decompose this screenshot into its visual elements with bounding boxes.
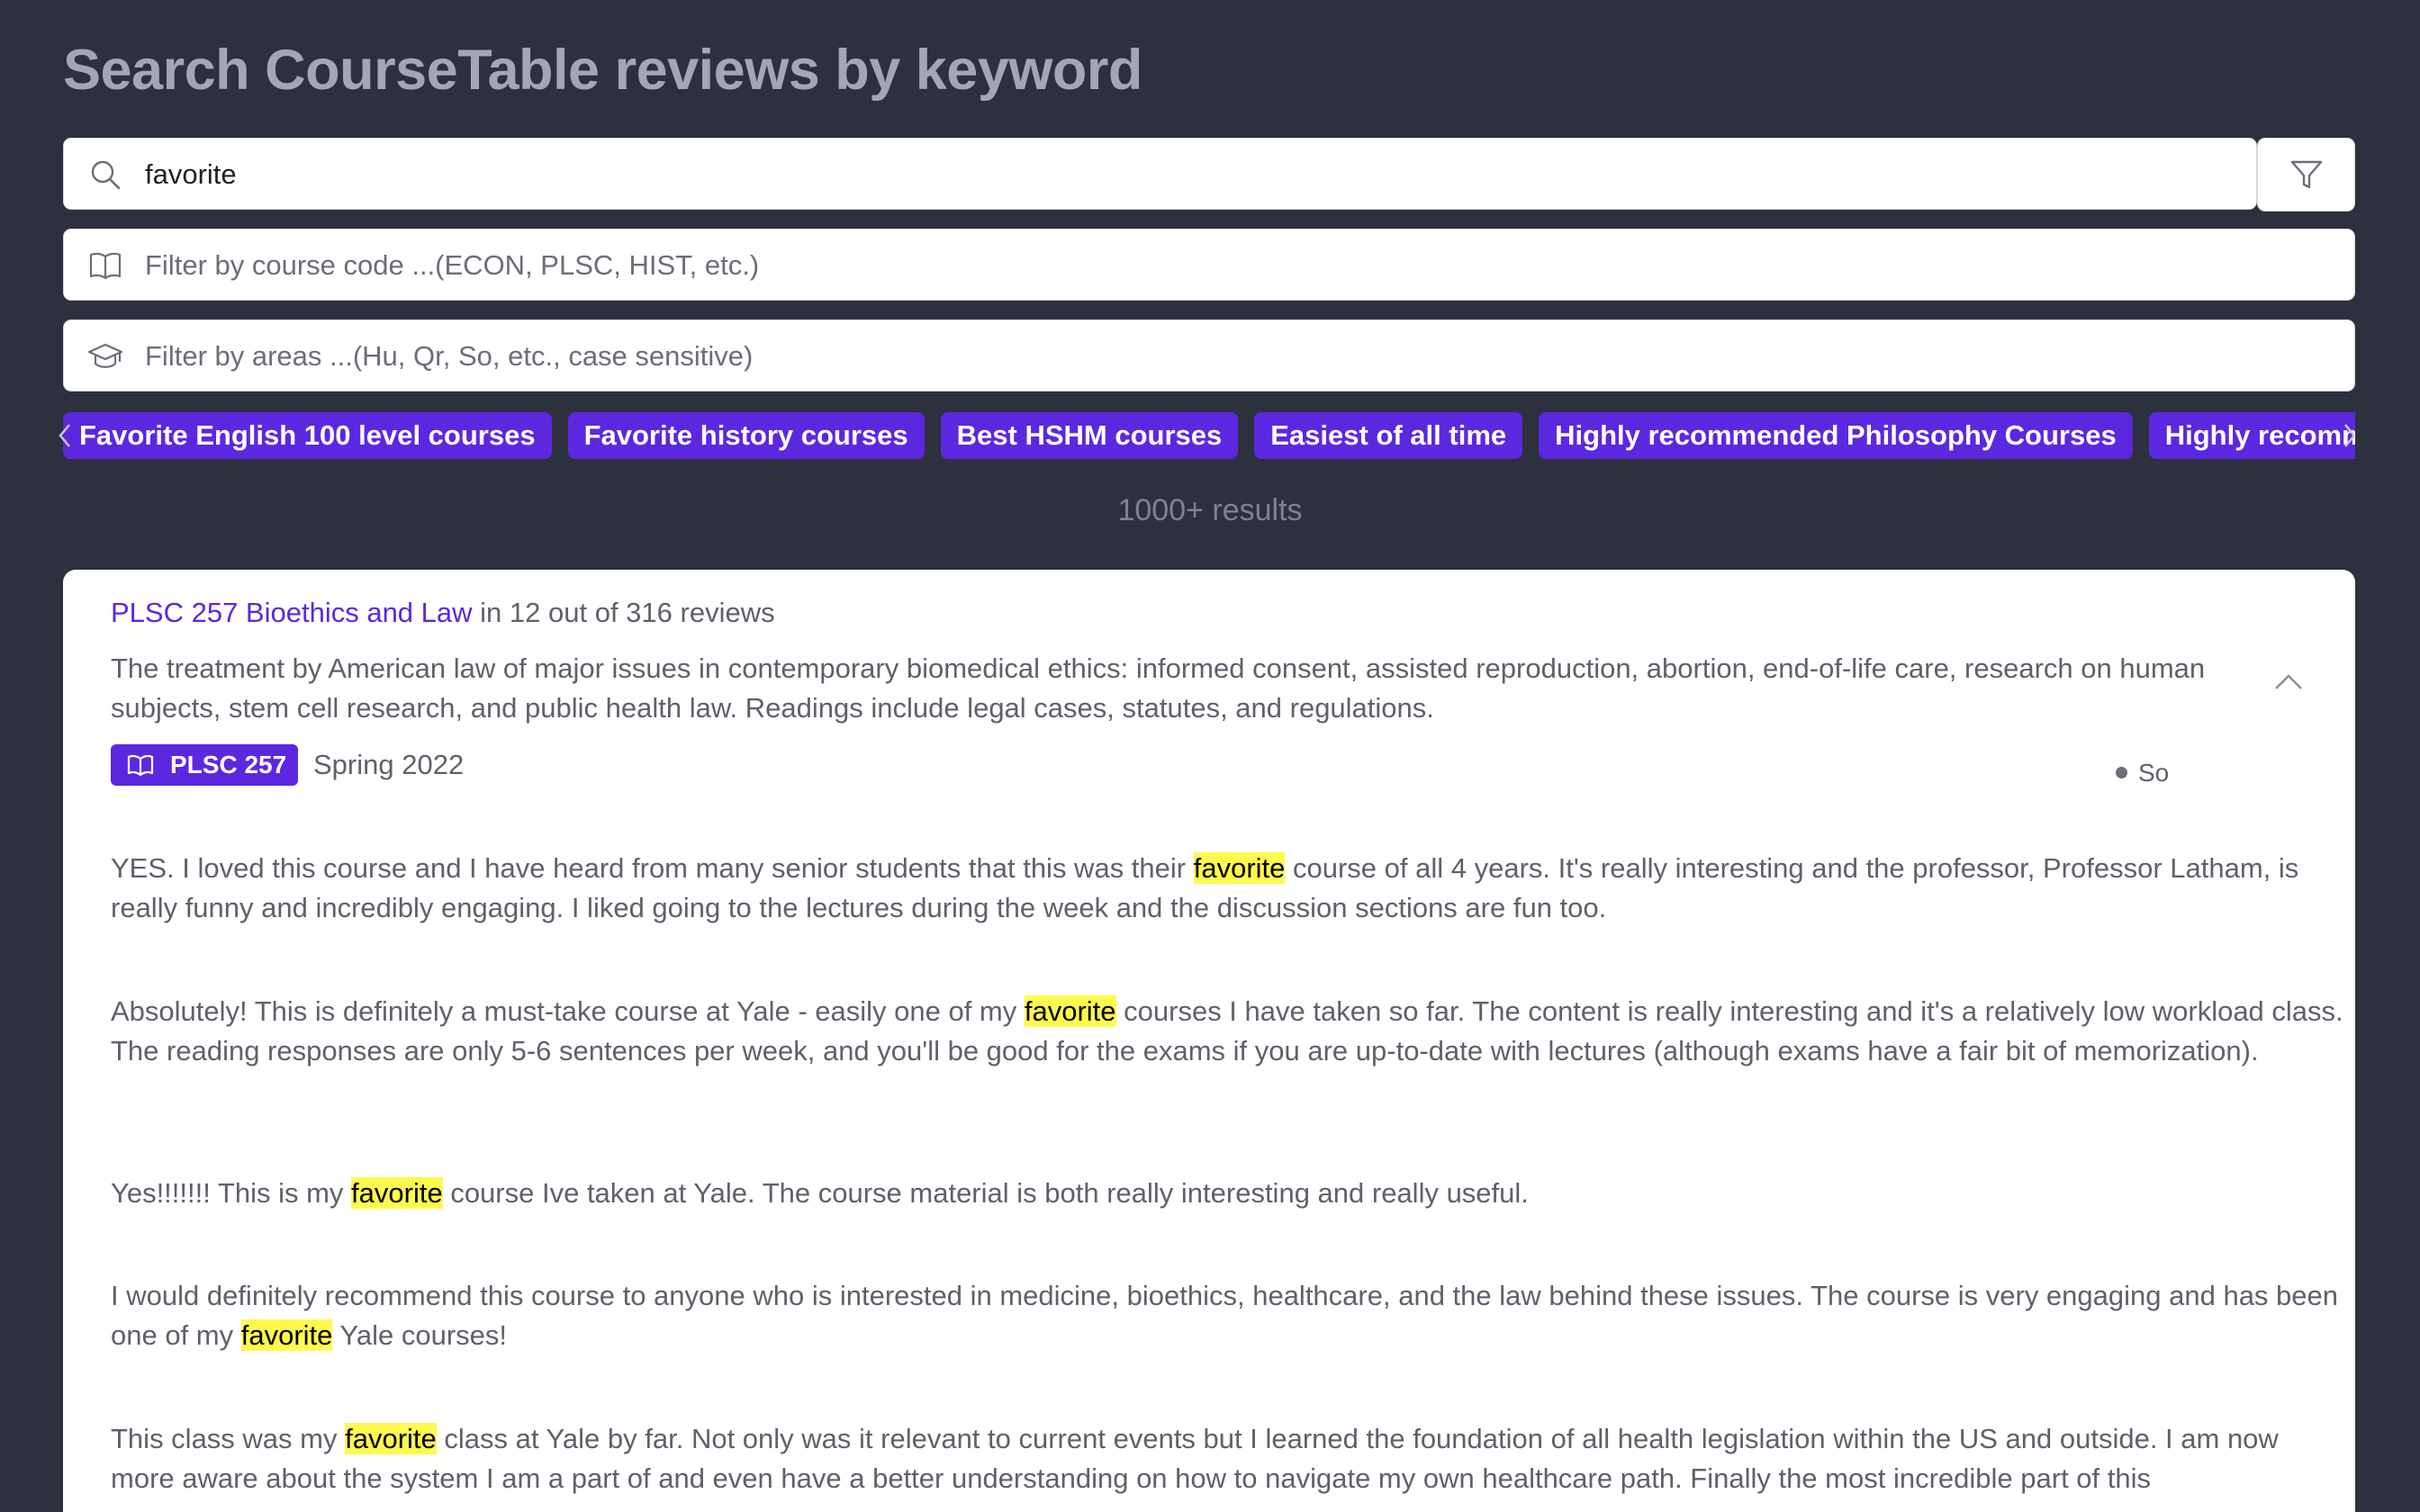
area-dot-icon — [2116, 767, 2127, 779]
course-description: The treatment by American law of major i… — [111, 652, 2206, 724]
chevron-left-icon[interactable] — [56, 419, 74, 452]
areas-filter[interactable]: Filter by areas ...(Hu, Qr, So, etc., ca… — [63, 320, 2355, 392]
page: Search CourseTable reviews by keyword fa… — [0, 0, 2420, 1512]
course-code-badge[interactable]: PLSC 257 — [111, 744, 298, 786]
review-text-before: Yes!!!!!!! This is my — [111, 1177, 352, 1209]
review-text-before: Absolutely! This is definitely a must-ta… — [111, 995, 1025, 1027]
term-label: Spring 2022 — [313, 749, 465, 780]
keyword-highlight: favorite — [345, 1423, 437, 1454]
review-text-before: YES. I loved this course and I have hear… — [111, 852, 1194, 884]
area-tag: So — [2116, 759, 2169, 788]
course-code: PLSC 257 — [170, 751, 287, 778]
chip-favorite-english[interactable]: Favorite English 100 level courses — [63, 412, 552, 459]
review-text-after: Yale courses! — [332, 1319, 507, 1351]
area-label: So — [2138, 759, 2170, 787]
areas-placeholder: Filter by areas ...(Hu, Qr, So, etc., ca… — [145, 340, 754, 372]
review-text: I would definitely recommend this course… — [111, 1276, 2343, 1355]
course-code-placeholder: Filter by course code ...(ECON, PLSC, HI… — [145, 249, 760, 281]
chip-favorite-history[interactable]: Favorite history courses — [567, 412, 925, 459]
match-info: in 12 out of 316 reviews — [472, 597, 775, 628]
chip-highly-recommended[interactable]: Highly recommended — [2148, 412, 2355, 459]
review-text-before: This class was my — [111, 1423, 346, 1454]
result-card: PLSC 257 Bioethics and Law in 12 out of … — [63, 570, 2355, 1512]
course-title-link[interactable]: PLSC 257 Bioethics and Law — [111, 597, 473, 628]
keyword-highlight: favorite — [351, 1177, 443, 1209]
review-text: YES. I loved this course and I have hear… — [111, 849, 2343, 928]
book-icon — [127, 754, 154, 777]
search-input[interactable]: favorite — [145, 139, 237, 211]
results-count: 1000+ results — [1117, 493, 1303, 527]
chevron-up-icon[interactable] — [2272, 670, 2305, 692]
review-text-after: course Ive taken at Yale. The course mat… — [442, 1177, 1529, 1209]
search-icon — [91, 160, 121, 190]
chip-best-hshm[interactable]: Best HSHM courses — [940, 412, 1239, 459]
review-text: This class was my favorite class at Yale… — [111, 1419, 2343, 1498]
review-text: Yes!!!!!!! This is my favorite course Iv… — [111, 1174, 2343, 1213]
page-title: Search CourseTable reviews by keyword — [63, 39, 1142, 102]
book-icon — [89, 252, 122, 280]
filter-button[interactable] — [2257, 138, 2355, 212]
suggestion-chips: Favorite English 100 level courses Favori… — [63, 412, 2355, 459]
filter-icon — [2290, 160, 2323, 189]
review-text: Absolutely! This is definitely a must-ta… — [111, 992, 2343, 1071]
chip-philosophy[interactable]: Highly recommended Philosophy Courses — [1539, 412, 2133, 459]
review-text-after: class at Yale by far. Not only was it re… — [111, 1423, 2279, 1494]
graduation-cap-icon — [87, 343, 123, 368]
card-header: PLSC 257 Bioethics and Law in 12 out of … — [111, 597, 775, 629]
course-code-filter[interactable]: Filter by course code ...(ECON, PLSC, HI… — [63, 229, 2355, 301]
keyword-highlight: favorite — [1024, 995, 1116, 1027]
chevron-right-icon[interactable] — [2341, 419, 2359, 452]
chip-easiest[interactable]: Easiest of all time — [1254, 412, 1523, 459]
keyword-highlight: favorite — [240, 1319, 333, 1351]
search-field[interactable]: favorite — [63, 138, 2257, 210]
keyword-highlight: favorite — [1193, 852, 1286, 884]
